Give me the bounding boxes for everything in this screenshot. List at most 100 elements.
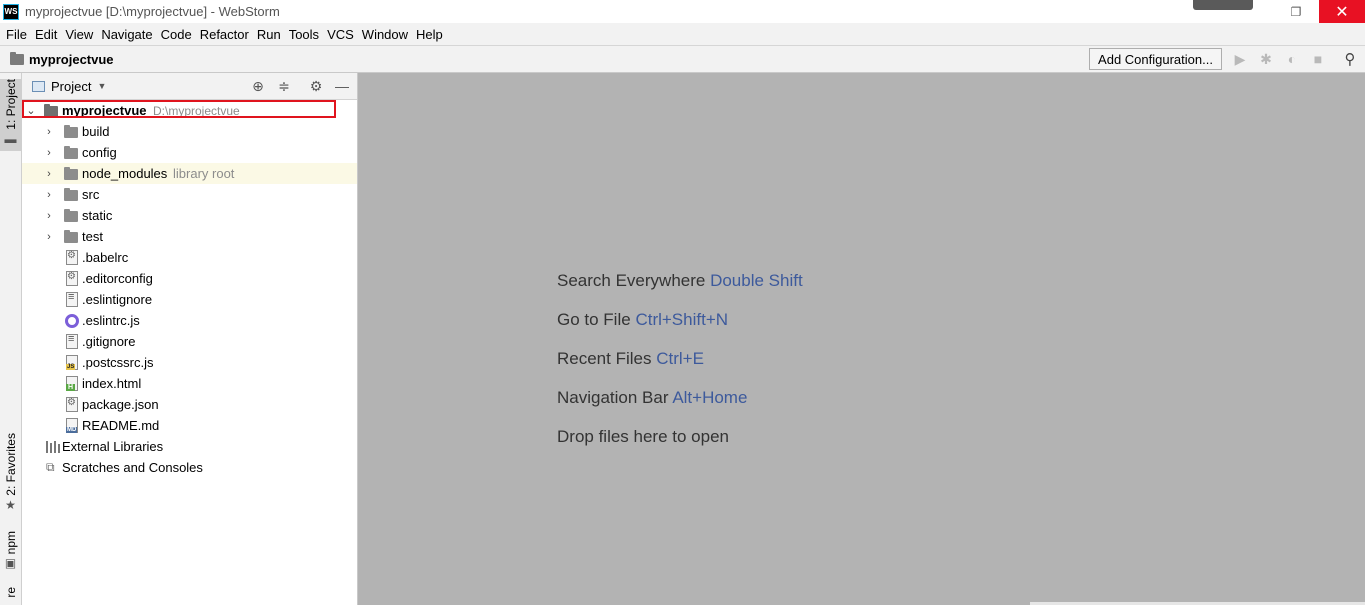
restore-button[interactable]: ❐ — [1273, 0, 1319, 23]
project-view-selector[interactable]: Project — [51, 79, 91, 94]
run-icon[interactable]: ▶ — [1232, 51, 1248, 67]
tree-root[interactable]: ⌄ myprojectvue D:\myprojectvue — [22, 100, 357, 121]
tree-external-libraries[interactable]: External Libraries — [22, 436, 357, 457]
scratches-icon: ⧉ — [46, 460, 55, 474]
tree-scratches[interactable]: ⧉ Scratches and Consoles — [22, 457, 357, 478]
text-file-icon — [66, 333, 78, 349]
tree-file[interactable]: .editorconfig — [22, 268, 357, 289]
tip-text: Search Everywhere — [557, 271, 706, 290]
tree-folder[interactable]: › config — [22, 142, 357, 163]
collapse-icon[interactable]: ≑ — [276, 78, 292, 94]
add-configuration-button[interactable]: Add Configuration... — [1089, 48, 1222, 70]
tip-shortcut: Ctrl+Shift+N — [635, 310, 729, 329]
menu-bar: File Edit View Navigate Code Refactor Ru… — [0, 23, 1365, 45]
window-title: myprojectvue [D:\myprojectvue] - WebStor… — [25, 4, 280, 19]
external-libraries-label: External Libraries — [62, 439, 164, 454]
menu-navigate[interactable]: Navigate — [97, 27, 156, 42]
menu-code[interactable]: Code — [157, 27, 196, 42]
menu-edit[interactable]: Edit — [31, 27, 61, 42]
tree-file[interactable]: .babelrc — [22, 247, 357, 268]
chevron-right-icon[interactable]: › — [44, 168, 54, 180]
chevron-right-icon[interactable]: › — [44, 231, 54, 243]
tree-folder[interactable]: › src — [22, 184, 357, 205]
eslint-icon — [65, 314, 79, 328]
tab-structure[interactable]: re — [0, 587, 21, 605]
editor-area[interactable]: Search Everywhere Double Shift Go to Fil… — [358, 73, 1365, 605]
menu-run[interactable]: Run — [253, 27, 285, 42]
menu-view[interactable]: View — [61, 27, 97, 42]
chevron-right-icon[interactable]: › — [44, 126, 54, 138]
folder-icon — [10, 51, 24, 65]
root-path: D:\myprojectvue — [153, 103, 240, 118]
search-icon[interactable]: ⚲ — [1342, 51, 1358, 68]
tree-folder[interactable]: › test — [22, 226, 357, 247]
chevron-down-icon[interactable]: ▼ — [97, 81, 106, 91]
npm-icon: ▣ — [4, 556, 17, 571]
project-view-icon — [32, 80, 45, 92]
hide-icon[interactable]: — — [334, 78, 350, 94]
stop-icon[interactable]: ■ — [1310, 51, 1326, 67]
chevron-right-icon[interactable]: › — [44, 189, 54, 201]
tree-folder[interactable]: › build — [22, 121, 357, 142]
folder-name: build — [82, 124, 110, 139]
tree-file[interactable]: .gitignore — [22, 331, 357, 352]
tab-npm[interactable]: npm ▣ — [0, 531, 21, 579]
config-file-icon — [66, 250, 78, 265]
navigation-bar: myprojectvue Add Configuration... ▶ ✱ ◐ … — [0, 45, 1365, 73]
library-root-hint: library root — [173, 166, 235, 181]
editorconfig-icon — [66, 271, 78, 286]
tab-favorites[interactable]: 2: Favorites ★ — [0, 433, 21, 519]
file-name: .gitignore — [82, 334, 136, 349]
tab-project-label: 1: Project — [3, 79, 18, 130]
file-name: .babelrc — [82, 250, 129, 265]
locate-icon[interactable]: ⊕ — [250, 78, 266, 94]
folder-name: src — [82, 187, 100, 202]
folder-icon — [64, 167, 78, 180]
left-tool-stripe: 1: Project ▬ 2: Favorites ★ npm ▣ re — [0, 73, 22, 605]
folder-name: static — [82, 208, 113, 223]
tab-npm-label: npm — [3, 531, 18, 555]
tip-search-everywhere: Search Everywhere Double Shift — [557, 271, 803, 291]
json-file-icon — [66, 397, 78, 412]
tip-recent-files: Recent Files Ctrl+E — [557, 349, 704, 369]
folder-icon — [64, 209, 78, 222]
project-panel-header: Project ▼ ⊕ ≑ ⚙ — — [22, 73, 357, 100]
menu-help[interactable]: Help — [412, 27, 447, 42]
breadcrumb-project[interactable]: myprojectvue — [29, 52, 114, 67]
minimize-button[interactable] — [1193, 0, 1253, 10]
tip-shortcut: Ctrl+E — [656, 349, 704, 368]
file-name: .postcssrc.js — [82, 355, 154, 370]
tree-file[interactable]: .eslintrc.js — [22, 310, 357, 331]
chevron-right-icon[interactable]: › — [44, 210, 54, 222]
menu-refactor[interactable]: Refactor — [196, 27, 253, 42]
folder-icon — [64, 188, 78, 201]
coverage-icon[interactable]: ◐ — [1284, 51, 1300, 67]
folder-icon: ▬ — [4, 131, 17, 146]
menu-tools[interactable]: Tools — [285, 27, 323, 42]
folder-icon — [64, 146, 78, 159]
menu-window[interactable]: Window — [358, 27, 412, 42]
text-file-icon — [66, 291, 78, 307]
tree-file[interactable]: .eslintignore — [22, 289, 357, 310]
project-panel: Project ▼ ⊕ ≑ ⚙ — ⌄ myprojectvue D:\mypr… — [22, 73, 358, 605]
tree-folder[interactable]: › node_modules library root — [22, 163, 357, 184]
tree-file[interactable]: index.html — [22, 373, 357, 394]
tree-folder[interactable]: › static — [22, 205, 357, 226]
webstorm-logo-icon: WS — [3, 3, 19, 20]
tree-file[interactable]: package.json — [22, 394, 357, 415]
root-name: myprojectvue — [62, 103, 147, 118]
tree-file[interactable]: README.md — [22, 415, 357, 436]
tab-project[interactable]: 1: Project ▬ — [0, 79, 21, 151]
close-button[interactable]: ✕ — [1319, 0, 1365, 23]
debug-icon[interactable]: ✱ — [1258, 51, 1274, 67]
scratches-label: Scratches and Consoles — [62, 460, 203, 475]
menu-file[interactable]: File — [2, 27, 31, 42]
chevron-right-icon[interactable]: › — [44, 147, 54, 159]
tree-file[interactable]: .postcssrc.js — [22, 352, 357, 373]
chevron-down-icon[interactable]: ⌄ — [26, 104, 36, 117]
settings-icon[interactable]: ⚙ — [308, 78, 324, 94]
menu-vcs[interactable]: VCS — [323, 27, 358, 42]
file-name: .eslintignore — [82, 292, 153, 307]
close-icon: ✕ — [1335, 3, 1349, 21]
restore-icon: ❐ — [1290, 4, 1302, 19]
